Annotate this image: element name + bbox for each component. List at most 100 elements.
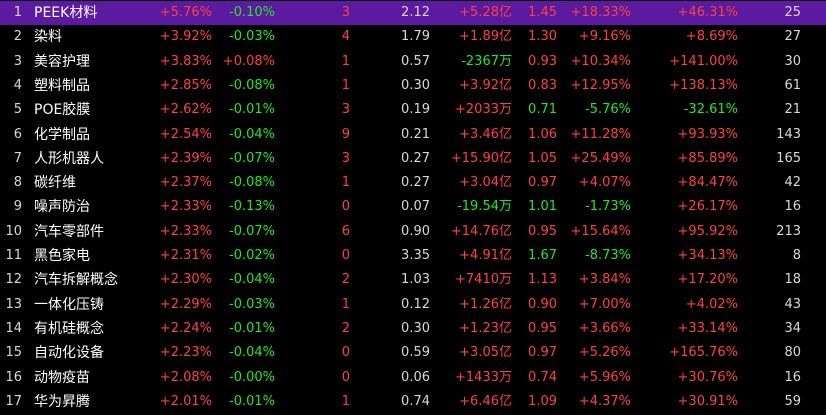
volume-ratio: 0.74 bbox=[401, 394, 430, 409]
count: 3 bbox=[341, 151, 350, 166]
days: 18 bbox=[784, 272, 801, 287]
row-index: 8 bbox=[13, 175, 22, 190]
table-row[interactable]: 7 人形机器人 +2.39% -0.07% 3 0.27 +15.90亿 1.05 +25.49… bbox=[0, 147, 826, 171]
days: 34 bbox=[784, 321, 801, 336]
sector-name: 塑料制品 bbox=[34, 78, 90, 94]
change-pct: +2.33% bbox=[159, 224, 212, 239]
row-index: 16 bbox=[5, 370, 22, 385]
days: 61 bbox=[784, 78, 801, 93]
speed-pct: -0.08% bbox=[229, 78, 275, 93]
net-inflow: +14.76亿 bbox=[450, 224, 512, 239]
net-inflow: +1.89亿 bbox=[459, 29, 512, 44]
sector-name: 自动化设备 bbox=[34, 345, 104, 361]
volume-ratio: 0.27 bbox=[401, 175, 430, 190]
table-row[interactable]: 9 噪声防治 +2.33% -0.13% 0 0.07 -19.54万 1.01 -1.73% +… bbox=[0, 195, 826, 219]
change-5d: +15.64% bbox=[570, 224, 631, 239]
sector-name: 染料 bbox=[34, 29, 62, 45]
net-inflow: +7410万 bbox=[455, 272, 512, 287]
table-row-selected[interactable]: 1 PEEK材料 +5.76% -0.10% 3 2.12 +5.28亿 1.45 +18.33… bbox=[0, 1, 826, 25]
speed-pct: -0.01% bbox=[229, 394, 275, 409]
table-row[interactable]: 10 汽车零部件 +2.33% -0.07% 6 0.90 +14.76亿 0.95 +15.6… bbox=[0, 220, 826, 244]
sector-name: PEEK材料 bbox=[34, 5, 98, 21]
turnover: 1.67 bbox=[528, 248, 557, 263]
table-row[interactable]: 11 黑色家电 +2.31% -0.02% 0 3.35 +4.91亿 1.67 -8.73% +… bbox=[0, 244, 826, 268]
change-ytd: +93.93% bbox=[677, 127, 738, 142]
days: 213 bbox=[776, 224, 801, 239]
change-ytd: +33.14% bbox=[677, 321, 738, 336]
table-row[interactable]: 15 自动化设备 +2.23% -0.04% 0 0.59 +3.05亿 0.97 +5.26%… bbox=[0, 341, 826, 365]
speed-pct: +0.08% bbox=[222, 54, 275, 69]
change-pct: +2.33% bbox=[159, 199, 212, 214]
row-index: 10 bbox=[5, 224, 22, 239]
change-pct: +2.54% bbox=[159, 127, 212, 142]
change-5d: +11.28% bbox=[570, 127, 631, 142]
table-row[interactable]: 5 POE胶膜 +2.62% -0.01% 3 0.19 +2033万 0.71 -5.76% -… bbox=[0, 98, 826, 122]
speed-pct: -0.04% bbox=[229, 127, 275, 142]
row-index: 9 bbox=[13, 199, 22, 214]
table-row[interactable]: 4 塑料制品 +2.85% -0.08% 1 0.30 +3.92亿 0.83 +12.95% +… bbox=[0, 74, 826, 98]
row-index: 12 bbox=[5, 272, 22, 287]
days: 43 bbox=[784, 297, 801, 312]
count: 0 bbox=[341, 370, 350, 385]
volume-ratio: 1.79 bbox=[401, 29, 430, 44]
change-ytd: +26.17% bbox=[677, 199, 738, 214]
row-index: 4 bbox=[13, 78, 22, 93]
turnover: 0.95 bbox=[528, 321, 557, 336]
table-row[interactable]: 12 汽车拆解概念 +2.30% -0.04% 2 1.03 +7410万 1.13 +3.84… bbox=[0, 268, 826, 292]
row-index: 6 bbox=[13, 127, 22, 142]
table-row[interactable]: 16 动物疫苗 +2.08% -0.00% 0 0.06 +1433万 0.74 +5.96% +… bbox=[0, 366, 826, 390]
table-row[interactable]: 14 有机硅概念 +2.24% -0.01% 2 0.30 +1.23亿 0.95 +3.66%… bbox=[0, 317, 826, 341]
speed-pct: -0.01% bbox=[229, 102, 275, 117]
speed-pct: -0.04% bbox=[229, 345, 275, 360]
count: 1 bbox=[341, 175, 350, 190]
change-5d: +10.34% bbox=[570, 54, 631, 69]
turnover: 1.30 bbox=[528, 29, 557, 44]
turnover: 0.97 bbox=[528, 175, 557, 190]
net-inflow: +3.05亿 bbox=[459, 345, 512, 360]
net-inflow: +1433万 bbox=[455, 370, 512, 385]
change-pct: +2.62% bbox=[159, 102, 212, 117]
change-pct: +3.92% bbox=[159, 29, 212, 44]
table-row[interactable]: 13 一体化压铸 +2.29% -0.03% 1 0.12 +1.26亿 0.90 +7.00%… bbox=[0, 293, 826, 317]
sector-name: 一体化压铸 bbox=[34, 297, 104, 313]
net-inflow: +6.46亿 bbox=[459, 394, 512, 409]
net-inflow: +1.26亿 bbox=[459, 297, 512, 312]
change-ytd: +17.20% bbox=[677, 272, 738, 287]
table-row[interactable]: 3 美容护理 +3.83% +0.08% 1 0.57 -2367万 0.93 +10.34% +… bbox=[0, 50, 826, 74]
row-index: 17 bbox=[5, 394, 22, 409]
change-ytd: +95.92% bbox=[677, 224, 738, 239]
sector-name: 汽车零部件 bbox=[34, 224, 104, 240]
change-ytd: +30.76% bbox=[677, 370, 738, 385]
change-ytd: +85.89% bbox=[677, 151, 738, 166]
table-row[interactable]: 8 碳纤维 +2.37% -0.08% 1 0.27 +3.04亿 0.97 +4.07% +84… bbox=[0, 171, 826, 195]
count: 1 bbox=[341, 394, 350, 409]
volume-ratio: 0.90 bbox=[401, 224, 430, 239]
sector-name: 碳纤维 bbox=[34, 175, 76, 191]
change-5d: +25.49% bbox=[570, 151, 631, 166]
change-5d: +5.96% bbox=[578, 370, 631, 385]
count: 1 bbox=[341, 54, 350, 69]
turnover: 0.71 bbox=[528, 102, 557, 117]
table-row[interactable]: 2 染料 +3.92% -0.03% 4 1.79 +1.89亿 1.30 +9.16% +8.6… bbox=[0, 25, 826, 49]
count: 0 bbox=[341, 199, 350, 214]
table-row[interactable]: 17 华为昇腾 +2.01% -0.01% 1 0.74 +6.46亿 1.09 +4.37% +… bbox=[0, 390, 826, 414]
change-ytd: +141.00% bbox=[669, 54, 738, 69]
change-5d: +3.66% bbox=[578, 321, 631, 336]
change-ytd: -32.61% bbox=[683, 102, 738, 117]
change-pct: +2.01% bbox=[159, 394, 212, 409]
turnover: 0.95 bbox=[528, 224, 557, 239]
change-5d: -5.76% bbox=[585, 102, 631, 117]
count: 3 bbox=[341, 5, 350, 20]
sector-name: 汽车拆解概念 bbox=[34, 272, 118, 288]
table-row[interactable]: 6 化学制品 +2.54% -0.04% 9 0.21 +3.46亿 1.06 +11.28% +… bbox=[0, 123, 826, 147]
change-5d: +18.33% bbox=[570, 5, 631, 20]
turnover: 0.74 bbox=[528, 370, 557, 385]
change-5d: +5.26% bbox=[578, 345, 631, 360]
change-pct: +2.23% bbox=[159, 345, 212, 360]
net-inflow: -19.54万 bbox=[457, 199, 512, 214]
net-inflow: +3.92亿 bbox=[459, 78, 512, 93]
count: 9 bbox=[341, 127, 350, 142]
change-pct: +2.85% bbox=[159, 78, 212, 93]
volume-ratio: 0.30 bbox=[401, 78, 430, 93]
days: 59 bbox=[784, 394, 801, 409]
